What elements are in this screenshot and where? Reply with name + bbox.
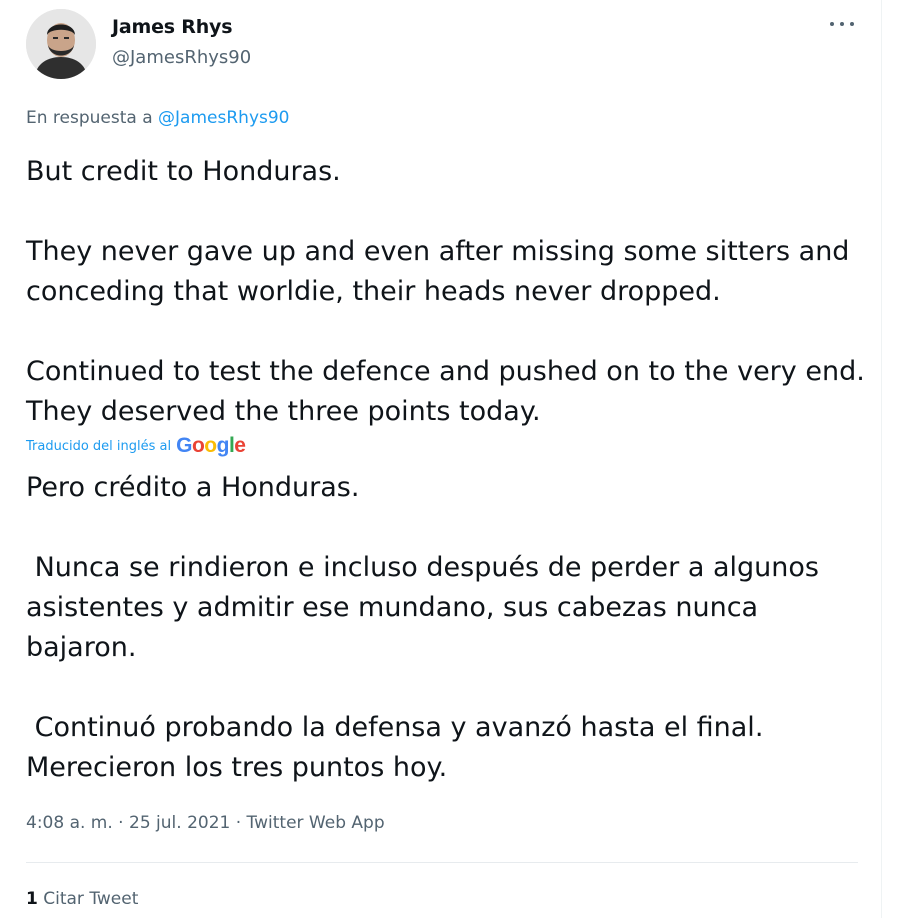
translation-attribution: Traducido del inglés al Google [26,434,246,458]
tweet-card: James Rhys @JamesRhys90 En respuesta a @… [0,0,882,918]
author-handle[interactable]: @JamesRhys90 [112,47,251,68]
tweet-text: But credit to Honduras. They never gave … [26,156,865,427]
divider [26,862,858,863]
quote-count-label: Citar Tweet [43,889,139,909]
avatar-image [26,9,96,79]
source-app-link[interactable]: Twitter Web App [247,813,385,833]
meta-separator: · [230,813,247,833]
more-options-icon[interactable] [826,12,858,36]
reply-prefix: En respuesta a [26,108,153,128]
tweet-metadata: 4:08 a. m. · 25 jul. 2021 · Twitter Web … [26,813,385,833]
google-logo: Google [176,434,246,457]
translation-label: Traducido del inglés al [26,438,172,454]
avatar[interactable] [26,9,96,79]
quote-count-number: 1 [26,889,38,909]
quote-tweets-stat[interactable]: 1 Citar Tweet [26,889,138,909]
translated-text: Pero crédito a Honduras. Nunca se rindie… [26,472,819,783]
reply-context: En respuesta a @JamesRhys90 [26,108,290,128]
author-name[interactable]: James Rhys [112,16,233,38]
tweet-time[interactable]: 4:08 a. m. [26,813,113,833]
tweet-date[interactable]: 25 jul. 2021 [129,813,230,833]
reply-handle-link[interactable]: @JamesRhys90 [158,108,289,128]
meta-separator: · [112,813,129,833]
